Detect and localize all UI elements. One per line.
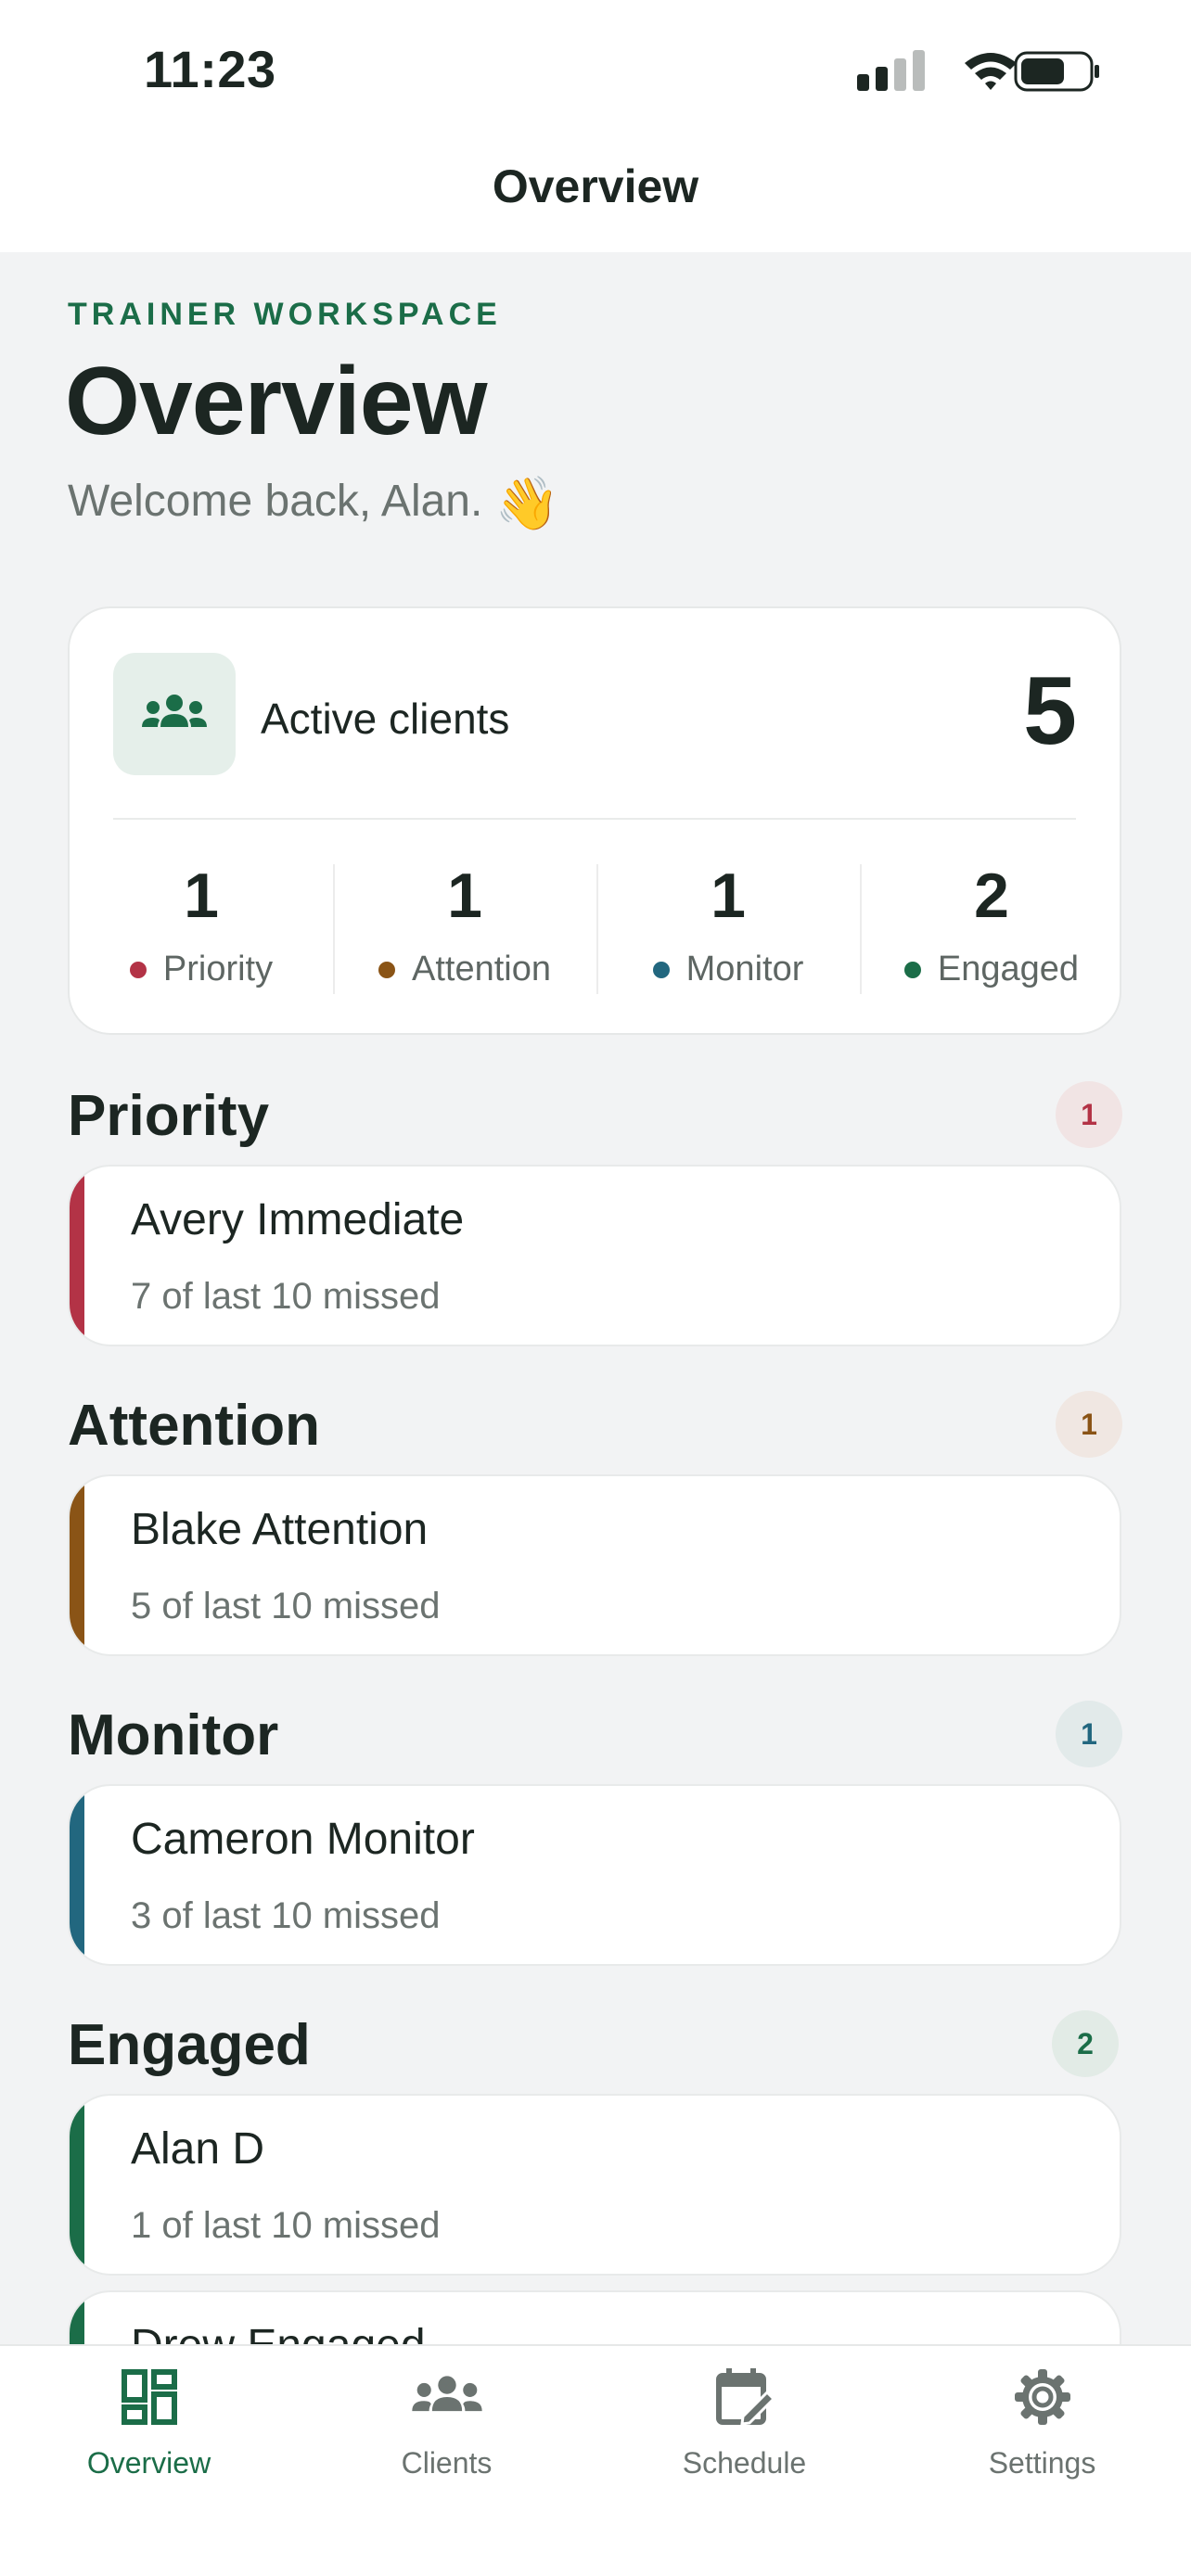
count-badge: 1	[1056, 1391, 1122, 1458]
tab-overview[interactable]: Overview	[0, 2365, 298, 2480]
stat-value: 1	[184, 861, 219, 931]
client-missed: 3 of last 10 missed	[131, 1895, 441, 1936]
tab-bar: Overview Clients Schedule Settings	[0, 2344, 1191, 2576]
status-accent	[70, 1167, 84, 1345]
monitor-dot-icon	[652, 961, 670, 978]
section-title-monitor: Monitor	[68, 1703, 279, 1767]
client-name: Blake Attention	[131, 1505, 429, 1554]
wifi-icon	[965, 53, 1017, 90]
client-card-cameron[interactable]: Cameron Monitor 3 of last 10 missed	[68, 1784, 1121, 1966]
page-title: Overview	[65, 348, 488, 455]
tab-label: Overview	[86, 2446, 211, 2480]
scroll-content[interactable]: TRAINER WORKSPACE Overview Welcome back,…	[0, 252, 1191, 2344]
stat-label: Monitor	[685, 950, 804, 988]
section-title-priority: Priority	[68, 1084, 270, 1148]
client-name: Avery Immediate	[131, 1195, 465, 1244]
stat-label: Priority	[162, 950, 274, 988]
stat-label: Attention	[412, 950, 551, 988]
top-bar: 11:23 Overview	[0, 0, 1191, 252]
tab-label: Clients	[401, 2446, 493, 2480]
status-accent	[70, 1476, 84, 1654]
stat-value: 1	[447, 861, 482, 931]
waving-hand-icon: 👋	[494, 474, 560, 532]
client-card-alan[interactable]: Alan D 1 of last 10 missed	[68, 2094, 1121, 2276]
signal-icon	[857, 50, 1099, 92]
active-clients-card: Active clients 5 1 Priority 1 Attention …	[68, 606, 1121, 1035]
stat-value: 1	[711, 861, 746, 931]
divider	[113, 818, 1076, 820]
status-accent	[70, 2292, 84, 2344]
section-title-engaged: Engaged	[68, 2013, 311, 2077]
battery-icon	[1014, 51, 1099, 92]
calendar-edit-icon	[596, 2365, 893, 2429]
engaged-dot-icon	[903, 961, 921, 978]
tab-label: Settings	[988, 2446, 1096, 2480]
people-group-icon	[113, 653, 236, 775]
client-card-drew[interactable]: Drew Engaged	[68, 2290, 1121, 2344]
client-name: Drew Engaged	[131, 2320, 426, 2344]
stat-label: Engaged	[937, 950, 1080, 988]
active-clients-count: 5	[1023, 657, 1077, 765]
status-time: 11:23	[144, 40, 276, 98]
people-icon	[298, 2365, 596, 2429]
stat-value: 2	[974, 861, 1009, 931]
count-badge: 1	[1056, 1701, 1122, 1767]
welcome-text: Welcome back, Alan. 👋	[68, 473, 559, 534]
gear-icon	[893, 2365, 1191, 2429]
stat-engaged: 2 Engaged	[860, 861, 1123, 989]
stat-priority: 1 Priority	[70, 861, 333, 989]
nav-title: Overview	[492, 160, 699, 212]
client-missed: 5 of last 10 missed	[131, 1586, 441, 1626]
tab-label: Schedule	[682, 2446, 807, 2480]
client-card-avery[interactable]: Avery Immediate 7 of last 10 missed	[68, 1165, 1121, 1346]
dashboard-icon	[0, 2365, 298, 2429]
client-card-blake[interactable]: Blake Attention 5 of last 10 missed	[68, 1474, 1121, 1656]
attention-dot-icon	[378, 961, 395, 978]
priority-dot-icon	[129, 961, 147, 978]
status-accent	[70, 1786, 84, 1964]
status-icons	[853, 46, 1104, 95]
count-badge: 1	[1056, 1081, 1122, 1148]
tab-settings[interactable]: Settings	[893, 2365, 1191, 2480]
status-accent	[70, 2096, 84, 2274]
tab-schedule[interactable]: Schedule	[596, 2365, 893, 2480]
welcome-message: Welcome back, Alan.	[68, 477, 483, 526]
stat-attention: 1 Attention	[333, 861, 596, 989]
section-title-attention: Attention	[68, 1394, 321, 1458]
tab-clients[interactable]: Clients	[298, 2365, 596, 2480]
client-name: Alan D	[131, 2124, 265, 2174]
client-missed: 7 of last 10 missed	[131, 1276, 441, 1317]
client-name: Cameron Monitor	[131, 1815, 475, 1864]
count-badge: 2	[1052, 2010, 1119, 2077]
client-missed: 1 of last 10 missed	[131, 2205, 441, 2246]
workspace-eyebrow: TRAINER WORKSPACE	[68, 297, 502, 332]
stat-monitor: 1 Monitor	[596, 861, 860, 989]
active-clients-label: Active clients	[261, 695, 510, 743]
